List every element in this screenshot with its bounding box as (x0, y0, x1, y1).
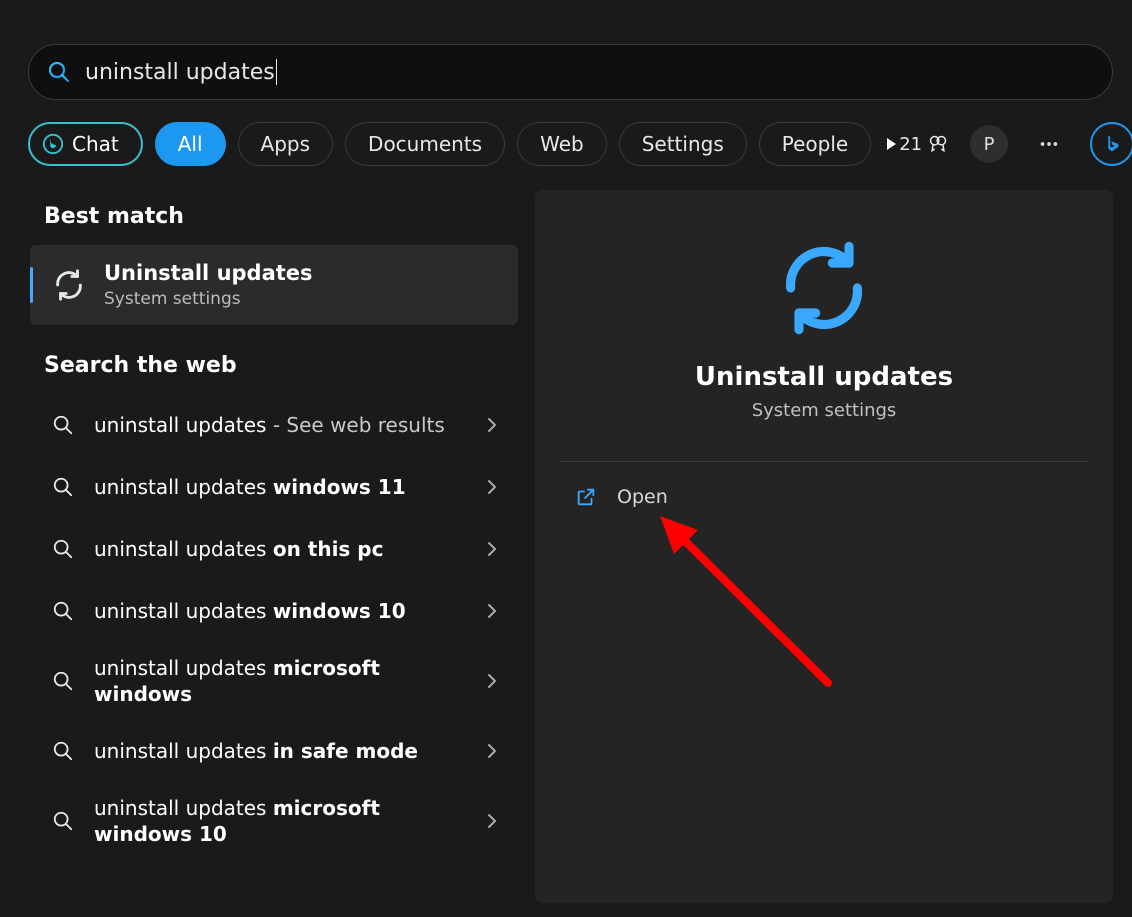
rewards-points-value: 21 (899, 134, 922, 155)
chevron-right-icon (484, 673, 500, 689)
open-external-icon (575, 486, 597, 508)
filter-web-label: Web (540, 132, 584, 156)
web-result-text: uninstall updates - See web results (94, 412, 484, 438)
bing-chat-icon (42, 133, 64, 155)
more-filters-button[interactable] (883, 122, 899, 166)
search-bar[interactable]: uninstall updates (28, 44, 1113, 100)
web-result-item[interactable]: uninstall updates in safe mode (30, 720, 518, 782)
filter-settings-label: Settings (642, 132, 724, 156)
best-match-result[interactable]: Uninstall updates System settings (30, 245, 518, 325)
filter-bar: Chat All Apps Documents Web Settings Peo… (28, 120, 1113, 168)
filter-documents-label: Documents (368, 132, 482, 156)
chevron-right-icon (484, 541, 500, 557)
open-action-label: Open (617, 486, 668, 508)
web-result-text: uninstall updates windows 10 (94, 598, 484, 624)
chevron-right-icon (484, 743, 500, 759)
text-cursor (276, 59, 277, 85)
filter-all[interactable]: All (155, 122, 226, 166)
more-options-button[interactable] (1030, 125, 1068, 163)
search-input-text: uninstall updates (85, 60, 275, 85)
filter-documents[interactable]: Documents (345, 122, 505, 166)
best-match-subtitle: System settings (104, 289, 313, 309)
results-column: Best match Uninstall updates System sett… (30, 190, 520, 860)
play-icon (883, 136, 899, 152)
filter-web[interactable]: Web (517, 122, 607, 166)
chevron-right-icon (484, 417, 500, 433)
more-horizontal-icon (1038, 133, 1060, 155)
web-results-list: uninstall updates - See web results unins… (30, 394, 520, 860)
web-result-text: uninstall updates microsoft windows (94, 655, 484, 707)
search-icon (52, 670, 74, 692)
web-result-text: uninstall updates windows 11 (94, 474, 484, 500)
filter-chat-label: Chat (72, 132, 119, 156)
filter-settings[interactable]: Settings (619, 122, 747, 166)
open-action[interactable]: Open (575, 486, 668, 508)
search-icon (52, 538, 74, 560)
filter-people-label: People (782, 132, 848, 156)
bing-button[interactable] (1090, 122, 1132, 166)
web-result-text: uninstall updates on this pc (94, 536, 484, 562)
user-avatar[interactable]: P (970, 125, 1008, 163)
chevron-right-icon (484, 603, 500, 619)
medal-icon (928, 134, 948, 154)
filter-people[interactable]: People (759, 122, 871, 166)
search-input[interactable]: uninstall updates (85, 45, 1112, 99)
search-web-heading: Search the web (44, 353, 520, 378)
user-avatar-initial: P (984, 134, 995, 155)
best-match-texts: Uninstall updates System settings (104, 261, 313, 309)
detail-title: Uninstall updates (535, 362, 1113, 392)
sync-icon-large (769, 238, 879, 338)
web-result-text: uninstall updates microsoft windows 10 (94, 795, 484, 847)
web-result-item[interactable]: uninstall updates windows 11 (30, 456, 518, 518)
filter-all-label: All (178, 132, 203, 156)
search-icon (52, 476, 74, 498)
bing-icon (1101, 133, 1123, 155)
web-result-item[interactable]: uninstall updates on this pc (30, 518, 518, 580)
filter-apps[interactable]: Apps (238, 122, 334, 166)
search-icon (52, 810, 74, 832)
search-icon (52, 414, 74, 436)
sync-icon (52, 268, 86, 302)
web-result-item[interactable]: uninstall updates windows 10 (30, 580, 518, 642)
filter-chat[interactable]: Chat (28, 122, 143, 166)
detail-divider (559, 461, 1089, 462)
detail-icon-wrap (535, 238, 1113, 338)
search-icon (47, 60, 71, 84)
detail-subtitle: System settings (535, 400, 1113, 421)
web-result-item[interactable]: uninstall updates microsoft windows (30, 642, 518, 720)
best-match-heading: Best match (44, 204, 520, 229)
rewards-points[interactable]: 21 (899, 134, 948, 155)
filter-apps-label: Apps (261, 132, 311, 156)
chevron-right-icon (484, 479, 500, 495)
chevron-right-icon (484, 813, 500, 829)
web-result-item[interactable]: uninstall updates - See web results (30, 394, 518, 456)
web-result-item[interactable]: uninstall updates microsoft windows 10 (30, 782, 518, 860)
header-tools: 21 P (899, 122, 1132, 166)
web-result-text: uninstall updates in safe mode (94, 738, 484, 764)
search-icon (52, 740, 74, 762)
best-match-title: Uninstall updates (104, 261, 313, 285)
detail-pane: Uninstall updates System settings Open (535, 190, 1113, 903)
search-icon (52, 600, 74, 622)
